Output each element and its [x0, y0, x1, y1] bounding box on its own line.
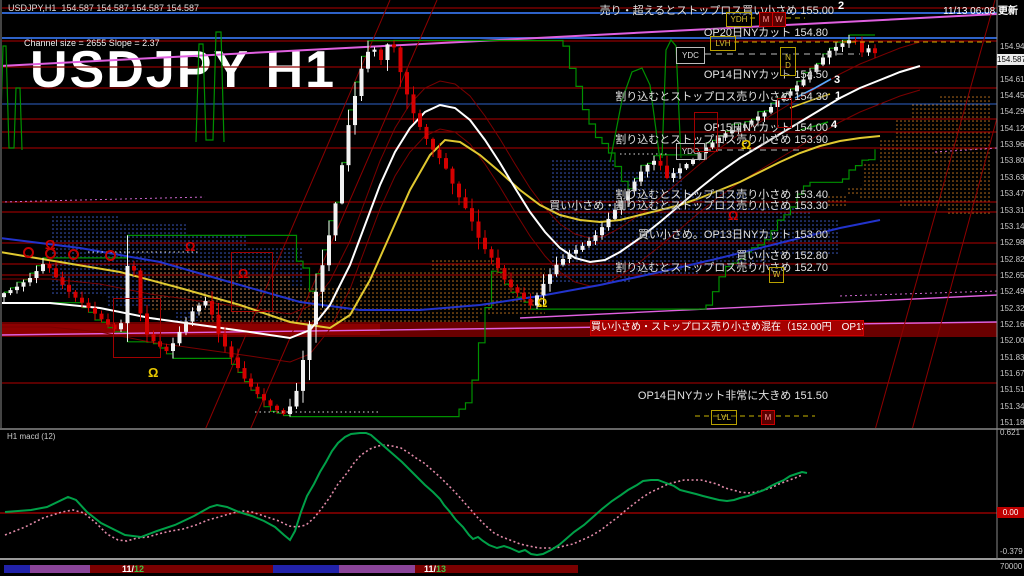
line-number-label: 2	[838, 0, 844, 12]
price-axis-label: 151.345	[1000, 402, 1024, 411]
omega-marker: Ω	[148, 366, 158, 379]
chart-canvas[interactable]	[0, 0, 1024, 576]
chart-annotation: OP14日NYカット非常に大きめ 151.50	[638, 387, 828, 403]
macd-axis-top: 0.621	[1000, 428, 1020, 437]
price-axis-label: 154.945	[1000, 42, 1024, 51]
price-axis-label: 152.000	[1000, 336, 1024, 345]
circle-marker	[68, 249, 79, 260]
price-axis-label: 151.835	[1000, 353, 1024, 362]
omega-marker: Ω	[185, 240, 195, 253]
price-axis-label: 153.965	[1000, 140, 1024, 149]
price-axis-label: 154.450	[1000, 91, 1024, 100]
session-bar	[30, 565, 90, 573]
chart-annotation: 割り込むとストップロス売り小さめ 154.30	[615, 88, 828, 104]
price-axis-label: 154.615	[1000, 75, 1024, 84]
session-bar	[339, 565, 415, 573]
circle-marker	[23, 247, 34, 258]
chart-title-ohlc: USDJPY,H1 154.587 154.587 154.587 154.58…	[8, 3, 199, 13]
object-box	[777, 98, 792, 128]
object-box-m: M	[761, 410, 775, 425]
object-box-lvl: LVL	[711, 410, 737, 425]
object-box-ydc: YDC	[676, 47, 705, 64]
current-price-box: 154.587	[997, 54, 1024, 65]
price-axis-label: 152.655	[1000, 271, 1024, 280]
chart-annotation: 買い小さめ。OP13日NYカット 153.00	[638, 226, 828, 242]
price-axis-label: 152.325	[1000, 304, 1024, 313]
dashed-object-lines	[88, 18, 995, 416]
object-box-nd: ND	[780, 47, 796, 76]
line-number-label: 3	[834, 74, 840, 86]
object-box	[231, 252, 273, 312]
chart-annotation: 割り込むとストップロス売り小さめ 153.90	[615, 131, 828, 147]
price-axis-label: 153.310	[1000, 206, 1024, 215]
omega-marker: Ω	[537, 296, 547, 309]
price-zone-banner: 買い小さめ・ストップロス売り小さめ混在（152.00円 OP13日NYカッ・	[590, 320, 864, 336]
object-box	[694, 112, 718, 152]
price-axis-label: 152.980	[1000, 238, 1024, 247]
price-axis-label: 153.635	[1000, 173, 1024, 182]
update-timestamp: 11/13 06:08 更新	[943, 2, 1018, 17]
session-bar	[273, 565, 339, 573]
session-bar	[90, 565, 273, 573]
chart-annotation: 売り・超えるとストップロス買い小さめ 155.00	[600, 2, 834, 18]
price-axis-label: 151.675	[1000, 369, 1024, 378]
object-box	[113, 298, 161, 358]
date-label: 11/13	[424, 564, 446, 574]
chart-annotation: OP14日NYカット 154.50	[704, 66, 828, 82]
price-axis-label: 152.820	[1000, 255, 1024, 264]
volume-axis-label: 70000	[1000, 562, 1022, 571]
price-axis-label: 152.165	[1000, 320, 1024, 329]
object-box-ydh: YDH	[726, 12, 752, 27]
circle-marker	[45, 248, 56, 259]
macd-axis-bottom: -0.379	[1000, 547, 1023, 556]
line-number-label: 4	[831, 119, 837, 131]
price-axis-label: 154.125	[1000, 124, 1024, 133]
line-number-label: 1	[835, 90, 841, 102]
price-axis-label: 153.470	[1000, 189, 1024, 198]
macd-indicator-label: H1 macd (12)	[7, 432, 55, 441]
omega-marker: Ω	[728, 209, 738, 222]
mt4-chart-window: USDJPY H1 USDJPY,H1 154.587 154.587 154.…	[0, 0, 1024, 576]
object-box-lvh: LVH	[710, 36, 736, 51]
price-axis-label: 151.510	[1000, 385, 1024, 394]
price-axis-label: 153.800	[1000, 156, 1024, 165]
circle-marker	[105, 250, 116, 261]
session-bar	[4, 565, 30, 573]
date-label: 11/12	[122, 564, 144, 574]
price-axis-label: 151.180	[1000, 418, 1024, 427]
price-axis-label: 153.145	[1000, 222, 1024, 231]
macd-curves	[0, 433, 1024, 555]
object-box-w: W	[772, 12, 786, 27]
macd-current-value-box: 0.00	[997, 507, 1024, 518]
channel-info-label: Channel size = 2655 Slope = 2.37	[24, 38, 160, 48]
price-axis-label: 152.490	[1000, 287, 1024, 296]
object-box-w: W	[769, 267, 784, 283]
object-box-m: M	[759, 12, 773, 27]
chart-annotation: 割り込むとストップロス売り小さめ 152.70	[615, 259, 828, 275]
chart-annotation: 買い小さめ・割り込むとストップロス売り小さめ 153.30	[549, 197, 828, 213]
price-axis-label: 154.290	[1000, 107, 1024, 116]
omega-marker: Ω	[741, 138, 751, 151]
omega-marker: Ω	[238, 267, 248, 280]
